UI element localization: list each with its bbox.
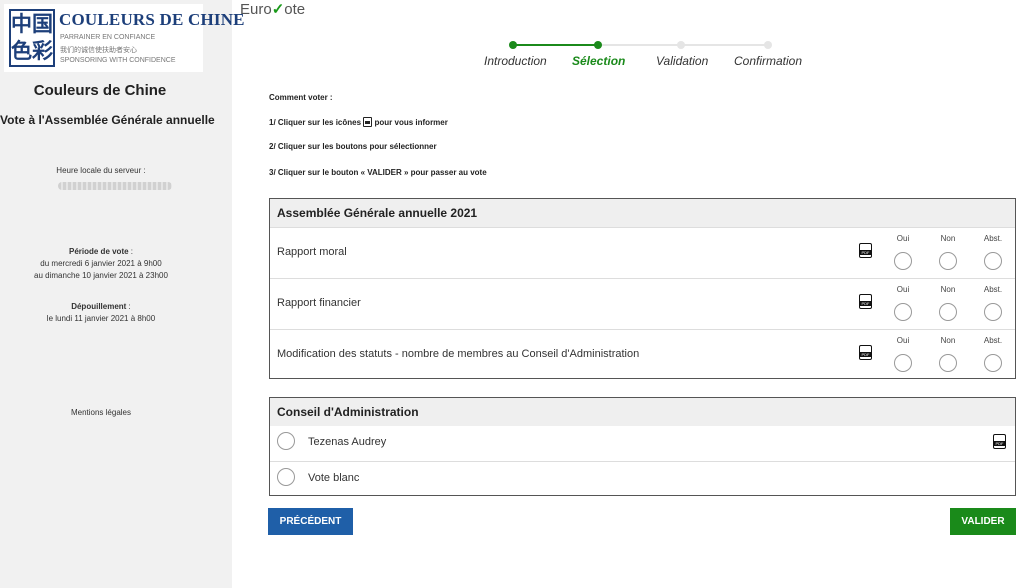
- motion-row: Modification des statuts - nombre de mem…: [270, 329, 1015, 380]
- pdf-icon-text: PDF: [994, 441, 1005, 446]
- step-selection: Sélection: [572, 54, 626, 68]
- step-confirmation: Confirmation: [734, 54, 803, 68]
- motion-label: Rapport financier: [277, 297, 361, 309]
- radio-oui[interactable]: [894, 252, 912, 270]
- pdf-icon[interactable]: PDF: [993, 434, 1006, 449]
- step-dot-confirmation: [764, 41, 772, 49]
- pdf-icon-text: PDF: [860, 301, 871, 306]
- option-label-abst: Abst.: [983, 285, 1003, 294]
- step-validation: Validation: [656, 54, 709, 68]
- validate-button[interactable]: VALIDER: [950, 508, 1016, 535]
- brand-prefix: Euro: [240, 1, 272, 18]
- vote-period-end: au dimanche 10 janvier 2021 à 23h00: [34, 271, 168, 280]
- legal-notice-link[interactable]: Mentions légales: [0, 408, 202, 417]
- vote-period-start: du mercredi 6 janvier 2021 à 9h00: [40, 259, 162, 268]
- organization-logo: 中国色彩 COULEURS DE CHINE PARRAINER EN CONF…: [4, 4, 245, 72]
- radio-oui[interactable]: [894, 354, 912, 372]
- organization-name: Couleurs de Chine: [33, 82, 167, 99]
- instruction-step-1-start: 1/ Cliquer sur les icônes: [269, 118, 362, 127]
- radio-abst[interactable]: [984, 354, 1002, 372]
- vote-count-label: Dépouillement: [71, 302, 127, 311]
- candidate-label: Tezenas Audrey: [308, 436, 387, 448]
- progress-steps: Introduction Sélection Validation Confir…: [470, 40, 830, 70]
- radio-abst[interactable]: [984, 303, 1002, 321]
- candidate-row[interactable]: Tezenas Audrey PDF: [270, 426, 1015, 461]
- option-label-abst: Abst.: [983, 336, 1003, 345]
- candidate-label: Vote blanc: [308, 472, 360, 484]
- vote-count-date: le lundi 11 janvier 2021 à 8h00: [46, 314, 156, 323]
- step-dot-introduction: [509, 41, 517, 49]
- candidate-row[interactable]: Vote blanc: [270, 461, 1015, 496]
- board-title: Conseil d'Administration: [270, 398, 1015, 426]
- instruction-step-3: 3/ Cliquer sur le bouton « VALIDER » pou…: [269, 168, 487, 177]
- pdf-icon[interactable]: PDF: [859, 345, 872, 360]
- assembly-title: Assemblée Générale annuelle 2021: [270, 199, 1015, 227]
- option-label-non: Non: [940, 234, 956, 243]
- step-dot-validation: [677, 41, 685, 49]
- assembly-panel: Assemblée Générale annuelle 2021 Rapport…: [269, 198, 1016, 379]
- candidate-radio[interactable]: [277, 468, 295, 486]
- pdf-icon[interactable]: PDF: [859, 243, 872, 258]
- organization-subtitle: Vote à l'Assemblée Générale annuelle: [0, 113, 215, 127]
- option-label-oui: Oui: [896, 234, 910, 243]
- eurovote-logo: Euro✓ote: [240, 0, 305, 18]
- vote-count: Dépouillement : le lundi 11 janvier 2021…: [0, 301, 202, 325]
- logo-chinese-characters: 中国色彩: [9, 9, 55, 67]
- radio-oui[interactable]: [894, 303, 912, 321]
- brand-suffix: ote: [284, 1, 306, 18]
- pdf-icon-text: PDF: [860, 352, 871, 357]
- motion-row: Rapport financier PDF Oui Non Abst.: [270, 278, 1015, 329]
- radio-non[interactable]: [939, 303, 957, 321]
- motion-row: Rapport moral PDF Oui Non Abst.: [270, 227, 1015, 278]
- radio-non[interactable]: [939, 252, 957, 270]
- check-icon: ✓: [271, 1, 285, 18]
- instruction-step-2: 2/ Cliquer sur les boutons pour sélectio…: [269, 142, 437, 151]
- logo-tagline-fr: PARRAINER EN CONFIANCE: [60, 34, 156, 41]
- radio-abst[interactable]: [984, 252, 1002, 270]
- option-label-non: Non: [940, 285, 956, 294]
- pdf-icon[interactable]: PDF: [859, 294, 872, 309]
- option-label-non: Non: [940, 336, 956, 345]
- document-icon: [363, 117, 373, 127]
- progress-track-done: [513, 44, 598, 46]
- logo-title: COULEURS DE CHINE: [59, 10, 245, 29]
- motion-label: Rapport moral: [277, 246, 347, 258]
- step-introduction: Introduction: [484, 54, 547, 68]
- instruction-step-1: 1/ Cliquer sur les icônes pour vous info…: [269, 117, 448, 127]
- server-time-label: Heure locale du serveur :: [56, 166, 146, 175]
- instructions-title: Comment voter :: [269, 93, 333, 102]
- option-label-oui: Oui: [896, 285, 910, 294]
- instruction-step-1-end: pour vous informer: [374, 118, 448, 127]
- sidebar: 中国色彩 COULEURS DE CHINE PARRAINER EN CONF…: [0, 0, 245, 588]
- motion-label: Modification des statuts - nombre de mem…: [277, 348, 640, 360]
- option-label-oui: Oui: [896, 336, 910, 345]
- candidate-radio[interactable]: [277, 432, 295, 450]
- pdf-icon-text: PDF: [860, 250, 871, 255]
- server-time-value: [58, 182, 172, 190]
- logo-tagline-cn: 我们的诚信使扶助者安心: [60, 47, 137, 54]
- logo-tagline-en: SPONSORING WITH CONFIDENCE: [60, 57, 176, 64]
- previous-button[interactable]: PRÉCÉDENT: [268, 508, 353, 535]
- board-panel: Conseil d'Administration Tezenas Audrey …: [269, 397, 1016, 496]
- step-dot-selection: [594, 41, 602, 49]
- option-label-abst: Abst.: [983, 234, 1003, 243]
- radio-non[interactable]: [939, 354, 957, 372]
- vote-period-label: Période de vote: [68, 247, 129, 256]
- vote-period: Période de vote : du mercredi 6 janvier …: [0, 246, 202, 282]
